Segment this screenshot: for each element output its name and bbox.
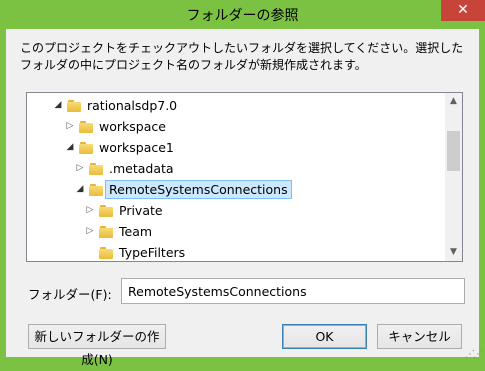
collapsed-arrow-icon[interactable]: ▷: [65, 121, 75, 131]
tree-item-label: rationalsdp7.0: [87, 97, 178, 113]
close-icon: ✕: [457, 2, 469, 18]
folder-icon: [67, 99, 81, 112]
tree-item[interactable]: ▷ .metadata: [75, 158, 174, 178]
vertical-scrollbar[interactable]: ▲ ▼: [445, 93, 462, 261]
folder-icon: [79, 141, 93, 154]
folder-icon: [99, 246, 113, 259]
tree-item[interactable]: ▷ Private: [85, 200, 163, 220]
tree-item[interactable]: TypeFilters: [85, 242, 186, 261]
scroll-down-arrow-icon[interactable]: ▼: [445, 244, 462, 261]
resize-grip-icon[interactable]: ⋰⋰: [465, 349, 483, 360]
scroll-up-arrow-icon[interactable]: ▲: [445, 93, 462, 110]
tree-item-label: Team: [119, 223, 153, 239]
tree-item[interactable]: ▷ Team: [85, 221, 153, 241]
tree-item[interactable]: ◢ workspace1: [65, 137, 174, 157]
tree-item-label: Private: [119, 202, 163, 218]
folder-icon: [79, 120, 93, 133]
folder-icon: [99, 204, 113, 217]
browse-folder-dialog: フォルダーの参照 ✕ このプロジェクトをチェックアウトしたいフォルダを選択してく…: [0, 0, 485, 367]
collapsed-arrow-icon[interactable]: ▷: [85, 226, 95, 236]
tree-item-label: workspace1: [99, 139, 174, 155]
folder-field-label: フォルダー(F):: [28, 287, 112, 302]
close-button[interactable]: ✕: [441, 0, 485, 21]
folder-name-input[interactable]: [121, 278, 465, 304]
tree-item-label: .metadata: [109, 160, 174, 176]
folder-icon: [89, 183, 103, 196]
tree-item-label: workspace: [99, 118, 166, 134]
folder-icon: [99, 225, 113, 238]
dialog-title: フォルダーの参照: [186, 8, 299, 24]
tree-item[interactable]: ◢ rationalsdp7.0: [53, 95, 178, 115]
expanded-arrow-icon[interactable]: ◢: [53, 100, 63, 110]
title-bar[interactable]: フォルダーの参照 ✕: [0, 0, 485, 28]
instruction-text: このプロジェクトをチェックアウトしたいフォルダを選択してください。選択したフォル…: [20, 41, 464, 72]
tree-item-selected[interactable]: ◢ RemoteSystemsConnections: [75, 179, 292, 199]
ok-button[interactable]: OK: [282, 324, 367, 349]
expanded-arrow-icon[interactable]: ◢: [75, 184, 85, 194]
new-folder-button[interactable]: 新しいフォルダーの作成(N): [28, 324, 166, 367]
scrollbar-thumb[interactable]: [447, 131, 460, 171]
expanded-arrow-icon[interactable]: ◢: [65, 142, 75, 152]
collapsed-arrow-icon[interactable]: ▷: [75, 163, 85, 173]
folder-icon: [89, 162, 103, 175]
cancel-button[interactable]: キャンセル: [377, 324, 462, 349]
tree-item-label: RemoteSystemsConnections: [105, 179, 292, 199]
tree-item[interactable]: ▷ workspace: [65, 116, 166, 136]
collapsed-arrow-icon[interactable]: ▷: [85, 205, 95, 215]
tree-item-label: TypeFilters: [119, 244, 186, 260]
folder-tree[interactable]: ◢ rationalsdp7.0 ▷ workspace ◢ workspace…: [26, 92, 463, 262]
